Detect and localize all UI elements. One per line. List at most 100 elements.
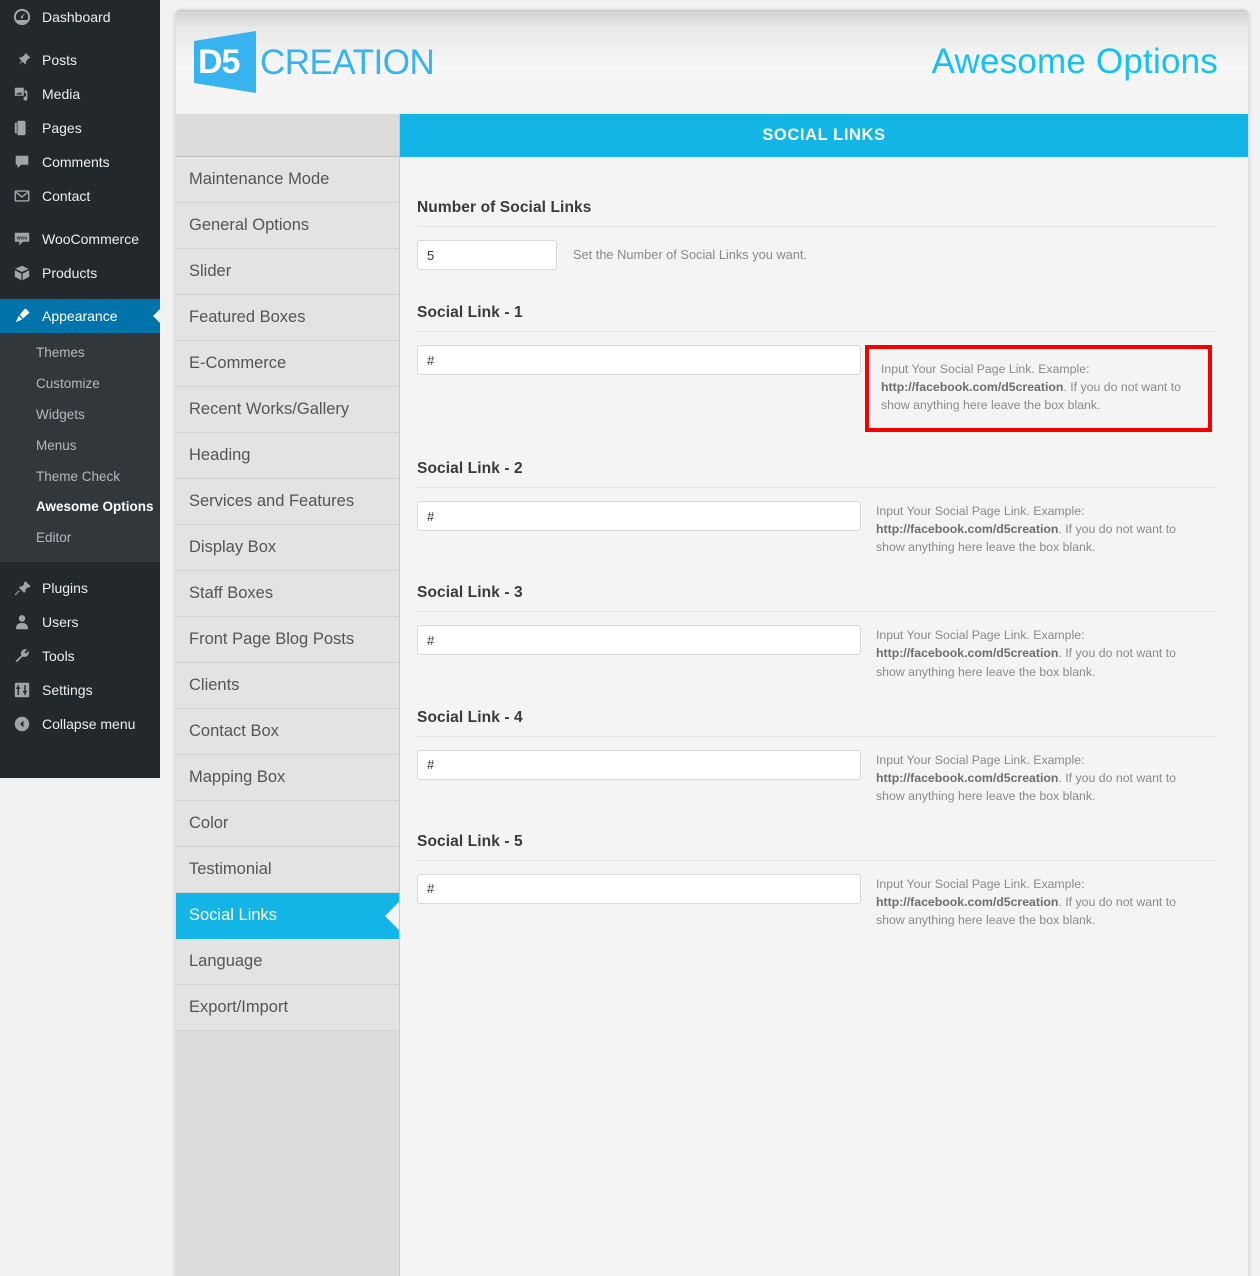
description-example-url: http://facebook.com/d5creation <box>876 894 1059 909</box>
tab-clients[interactable]: Clients <box>176 663 399 709</box>
wp-menu-item-woocommerce[interactable]: woo WooCommerce <box>0 222 160 256</box>
field-social-link-1: Social Link - 1 Input Your Social Page Li… <box>417 304 1218 452</box>
wp-menu-item-settings[interactable]: Settings <box>0 673 160 707</box>
field-description: Set the Number of Social Links you want. <box>573 247 808 262</box>
field-number-of-social-links: Number of Social Links Set the Number of… <box>417 199 1218 296</box>
social-link-1-input[interactable] <box>417 345 861 375</box>
panel-body: Maintenance Mode General Options Slider Fea… <box>176 114 1248 1276</box>
tab-featured-boxes[interactable]: Featured Boxes <box>176 295 399 341</box>
paintbrush-icon <box>11 306 33 326</box>
number-of-social-links-input[interactable] <box>417 240 557 270</box>
wp-menu-item-label: Appearance <box>42 308 118 324</box>
field-label: Number of Social Links <box>417 199 592 216</box>
main-area: D5 CREATION Awesome Options Maintenance … <box>160 0 1260 1276</box>
tab-label: Services and Features <box>189 492 355 510</box>
description-example-url: http://facebook.com/d5creation <box>881 380 1064 395</box>
tab-front-page-blog-posts[interactable]: Front Page Blog Posts <box>176 617 399 663</box>
field-social-link-5: Social Link - 5 Input Your Social Page Li… <box>417 833 1218 949</box>
wp-submenu-item-menus[interactable]: Menus <box>0 431 160 462</box>
tab-staff-boxes[interactable]: Staff Boxes <box>176 571 399 617</box>
tab-label: Export/Import <box>189 998 289 1016</box>
field-social-link-2: Social Link - 2 Input Your Social Page Li… <box>417 460 1218 576</box>
field-label: Social Link - 4 <box>417 708 523 726</box>
tab-contact-box[interactable]: Contact Box <box>176 709 399 755</box>
wp-menu-item-pages[interactable]: Pages <box>0 111 160 145</box>
wp-menu-item-users[interactable]: Users <box>0 605 160 639</box>
tab-social-links[interactable]: Social Links <box>176 893 399 939</box>
wp-submenu-item-editor[interactable]: Editor <box>0 523 160 554</box>
wp-menu-item-tools[interactable]: Tools <box>0 639 160 673</box>
appearance-submenu: Themes Customize Widgets Menus Theme Check Aw… <box>0 333 160 563</box>
sliders-icon <box>11 680 33 700</box>
tab-testimonial[interactable]: Testimonial <box>176 847 399 893</box>
wrench-icon <box>11 646 33 666</box>
section-title: SOCIAL LINKS <box>400 114 1248 157</box>
tab-label: Color <box>189 814 229 832</box>
tab-e-commerce[interactable]: E-Commerce <box>176 341 399 387</box>
wp-menu-item-label: Comments <box>42 154 110 170</box>
awesome-options-panel: D5 CREATION Awesome Options Maintenance … <box>176 10 1248 1276</box>
pin-icon <box>11 50 33 70</box>
field-description: Input Your Social Page Link. Example: ht… <box>881 359 1192 414</box>
description-example-url: http://facebook.com/d5creation <box>876 522 1059 537</box>
social-link-5-input[interactable] <box>417 873 861 904</box>
wp-submenu-item-awesome-options[interactable]: Awesome Options <box>0 492 160 523</box>
tab-recent-works-gallery[interactable]: Recent Works/Gallery <box>176 387 399 433</box>
tab-label: Language <box>189 952 263 970</box>
tab-label: Recent Works/Gallery <box>189 400 350 418</box>
options-tab-list: Maintenance Mode General Options Slider Fea… <box>176 114 400 1276</box>
wp-menu-item-products[interactable]: Products <box>0 256 160 290</box>
wp-menu-item-posts[interactable]: Posts <box>0 43 160 77</box>
tab-label: Maintenance Mode <box>189 170 330 188</box>
tab-display-box[interactable]: Display Box <box>176 525 399 571</box>
tab-label: Clients <box>189 676 240 694</box>
wp-menu-item-comments[interactable]: Comments <box>0 145 160 179</box>
wp-menu-item-appearance[interactable]: Appearance <box>0 299 160 333</box>
svg-text:D5: D5 <box>198 43 240 81</box>
wp-submenu-item-themes[interactable]: Themes <box>0 338 160 369</box>
user-icon <box>11 612 33 632</box>
field-row: Input Your Social Page Link. Example: ht… <box>417 612 1218 680</box>
wp-menu-item-plugins[interactable]: Plugins <box>0 571 160 605</box>
wp-menu-item-label: Posts <box>42 52 78 68</box>
d5creation-logo-header: D5 CREATION <box>192 31 446 93</box>
tab-slider[interactable]: Slider <box>176 249 399 295</box>
svg-text:CREATION: CREATION <box>260 43 434 82</box>
highlight-annotation-box: Input Your Social Page Link. Example: ht… <box>865 345 1212 433</box>
panel-header: D5 CREATION Awesome Options <box>176 10 1248 114</box>
tab-general-options[interactable]: General Options <box>176 203 399 249</box>
tab-mapping-box[interactable]: Mapping Box <box>176 755 399 801</box>
wp-menu-item-collapse-menu[interactable]: Collapse menu <box>0 707 160 741</box>
wp-menu-item-contact[interactable]: Contact <box>0 179 160 213</box>
wp-submenu-item-widgets[interactable]: Widgets <box>0 400 160 431</box>
wp-submenu-item-customize[interactable]: Customize <box>0 369 160 400</box>
tab-label: General Options <box>189 216 310 234</box>
social-link-2-input[interactable] <box>417 501 861 532</box>
wp-menu-item-label: Pages <box>42 120 82 136</box>
wp-menu-item-dashboard[interactable]: Dashboard <box>0 0 160 34</box>
wp-menu-item-label: Tools <box>42 648 75 665</box>
tab-label: Heading <box>189 446 251 464</box>
tab-label: Contact Box <box>189 722 279 740</box>
tab-list-top-spacer <box>176 114 399 157</box>
dashboard-icon <box>11 7 33 27</box>
svg-text:woo: woo <box>16 235 28 241</box>
tab-maintenance-mode[interactable]: Maintenance Mode <box>176 157 399 203</box>
description-prefix: Input Your Social Page Link. Example: <box>881 362 1090 376</box>
tab-heading[interactable]: Heading <box>176 433 399 479</box>
fields-container: Number of Social Links Set the Number of… <box>400 157 1248 1050</box>
wp-submenu-item-theme-check[interactable]: Theme Check <box>0 462 160 493</box>
tab-label: Mapping Box <box>189 768 286 786</box>
social-link-3-input[interactable] <box>417 625 861 656</box>
wp-menu-item-media[interactable]: Media <box>0 77 160 111</box>
tabs-container: Maintenance Mode General Options Slider Fea… <box>176 157 399 1031</box>
wp-menu-item-label: Products <box>42 265 98 281</box>
tab-services-and-features[interactable]: Services and Features <box>176 479 399 525</box>
social-link-4-input[interactable] <box>417 749 861 780</box>
tab-export-import[interactable]: Export/Import <box>176 985 399 1031</box>
description-example-url: http://facebook.com/d5creation <box>876 770 1059 785</box>
wp-menu-item-label: Users <box>42 614 79 631</box>
tab-language[interactable]: Language <box>176 939 399 985</box>
tab-color[interactable]: Color <box>176 801 399 847</box>
social-links-container: Social Link - 1 Input Your Social Page Li… <box>417 304 1218 949</box>
